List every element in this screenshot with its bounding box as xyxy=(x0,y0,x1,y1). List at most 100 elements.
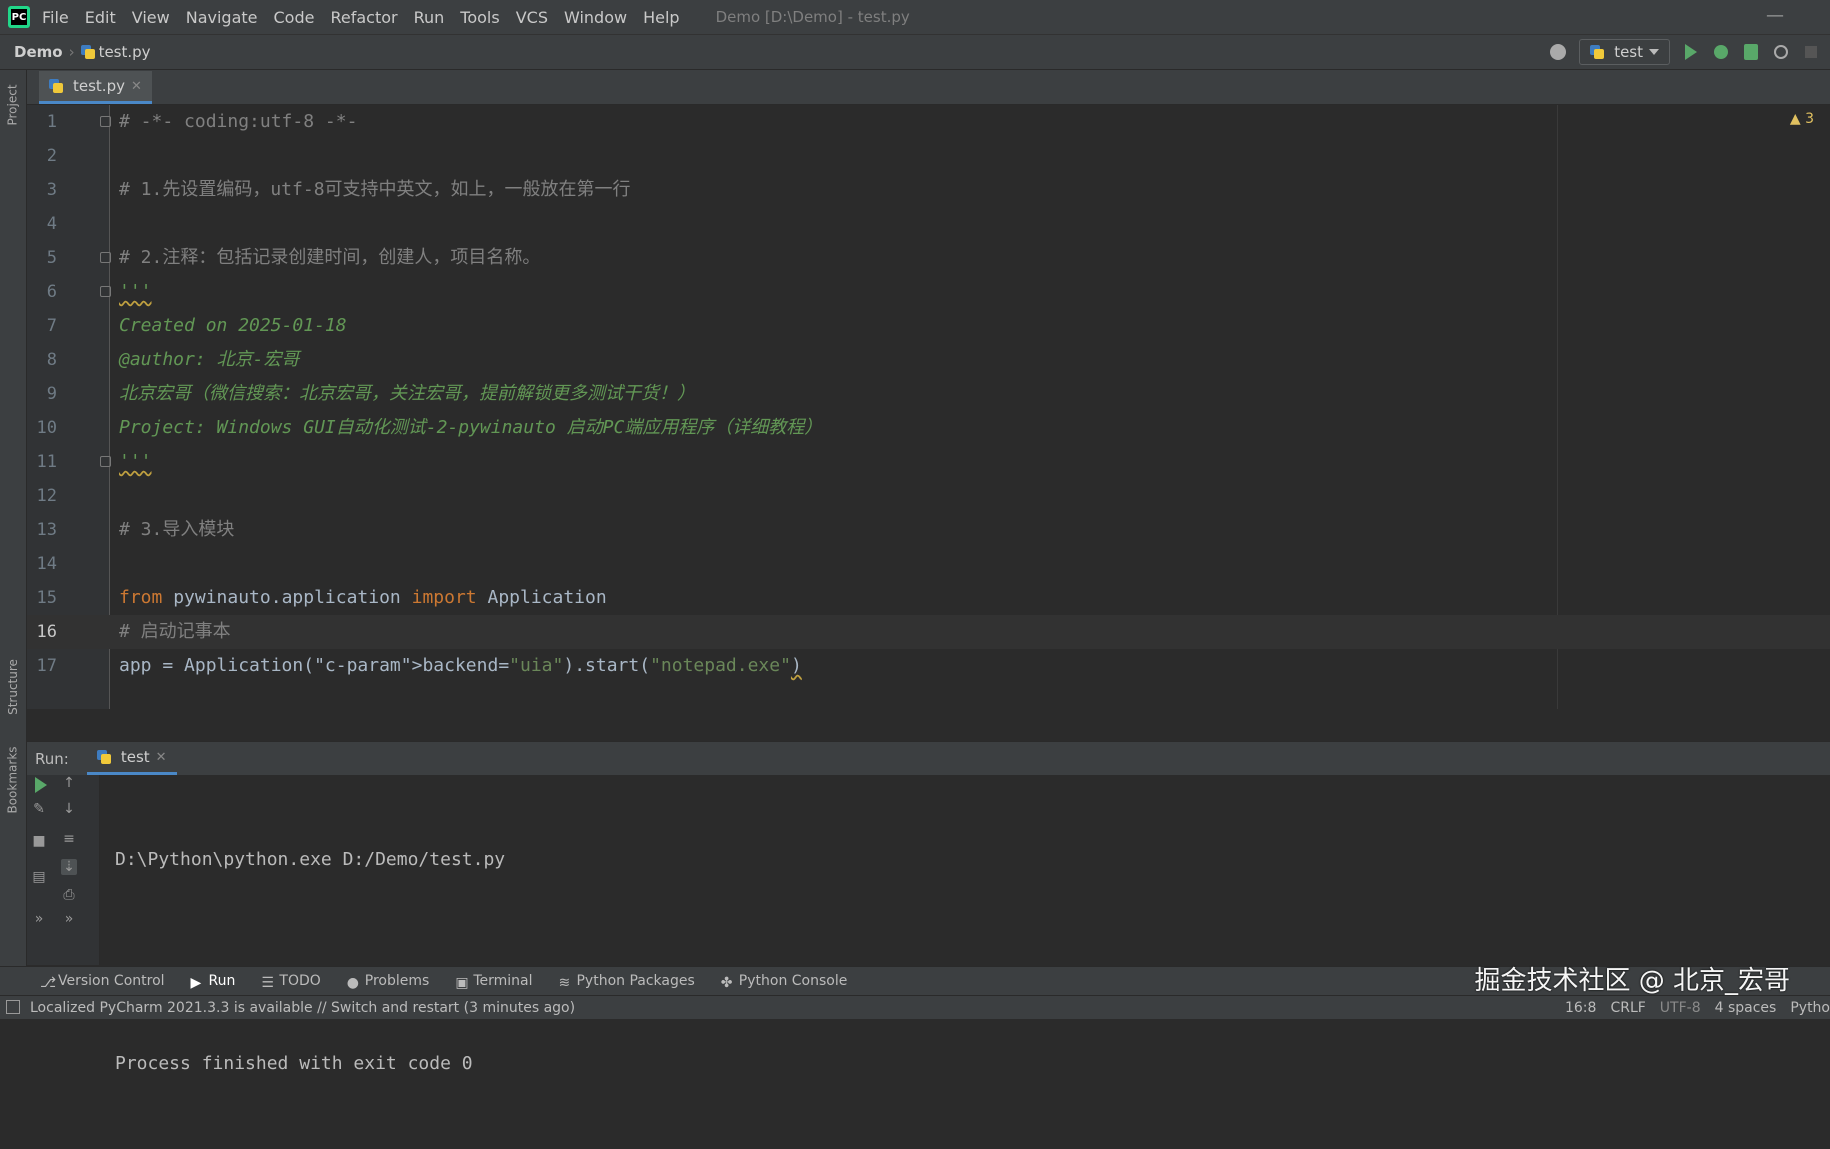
project-tool-button[interactable]: Project xyxy=(0,80,26,130)
breadcrumb-project[interactable]: Demo xyxy=(14,43,63,61)
console-line: Process finished with exit code 0 xyxy=(115,1053,473,1074)
menu-view[interactable]: View xyxy=(132,8,170,27)
code-line: 2 xyxy=(27,139,1830,173)
line-separator[interactable]: CRLF xyxy=(1610,1000,1645,1016)
tool-version-control[interactable]: ⎇ Version Control xyxy=(40,973,165,991)
close-icon[interactable]: ✕ xyxy=(156,750,167,765)
tool-terminal[interactable]: ▣ Terminal xyxy=(455,973,533,991)
code-text: # -*- coding:utf-8 -*- xyxy=(119,111,358,132)
console-output[interactable]: D:\Python\python.exe D:/Demo/test.py Pro… xyxy=(115,775,505,1149)
code-text: # 启动记事本 xyxy=(119,621,231,642)
list-icon: ☰ xyxy=(261,975,274,991)
menu-edit[interactable]: Edit xyxy=(85,8,116,27)
code-line: 9 北京宏哥（微信搜索：北京宏哥，关注宏哥，提前解锁更多测试干货！） xyxy=(27,377,1830,411)
navigation-bar: Demo › test.py test xyxy=(0,35,1830,70)
fold-marker-icon[interactable] xyxy=(100,252,111,263)
tool-python-console[interactable]: ✤ Python Console xyxy=(721,973,848,991)
code-line: 6 ''' xyxy=(27,275,1830,309)
tool-label: Problems xyxy=(364,973,430,989)
coverage-button[interactable] xyxy=(1742,43,1760,61)
status-bar: Localized PyCharm 2021.3.3 is available … xyxy=(0,995,1830,1019)
tool-python-packages[interactable]: ≋ Python Packages xyxy=(558,973,694,991)
stop-icon[interactable]: ■ xyxy=(31,833,47,849)
code-line: 1 # -*- coding:utf-8 -*- xyxy=(27,105,1830,139)
interpreter[interactable]: Pytho xyxy=(1790,1000,1830,1016)
fold-marker-icon[interactable] xyxy=(100,286,111,297)
code-line-current: 16 # 启动记事本 xyxy=(27,615,1830,649)
console-line: D:\Python\python.exe D:/Demo/test.py xyxy=(115,849,506,870)
layout-icon[interactable]: ▤ xyxy=(31,869,47,885)
tool-label: TODO xyxy=(279,973,321,989)
code-text: Project: Windows GUI自动化测试-2-pywinauto 启动… xyxy=(119,417,823,438)
code-line: 17 app = Application("c-param">backend="… xyxy=(27,649,1830,683)
user-icon[interactable] xyxy=(1549,43,1567,61)
scroll-to-end-icon[interactable]: ⇣ xyxy=(61,859,77,875)
code-text: # 2.注释：包括记录创建时间，创建人，项目名称。 xyxy=(119,247,541,268)
close-icon[interactable]: ✕ xyxy=(131,79,142,94)
menu-vcs[interactable]: VCS xyxy=(516,8,548,27)
more-icon[interactable]: » xyxy=(31,911,47,927)
run-config-selector[interactable]: test xyxy=(1579,39,1670,65)
soft-wrap-icon[interactable]: ≡ xyxy=(61,831,77,847)
menu-tools[interactable]: Tools xyxy=(460,8,499,27)
fold-marker-icon[interactable] xyxy=(100,116,111,127)
python-file-icon xyxy=(80,45,95,59)
arrow-up-icon[interactable]: ↑ xyxy=(61,775,77,791)
status-widgets: 16:8 CRLF UTF-8 4 spaces Pytho xyxy=(1565,996,1830,1019)
menu-navigate[interactable]: Navigate xyxy=(186,8,258,27)
run-button[interactable] xyxy=(1682,43,1700,61)
tool-label: Terminal xyxy=(473,973,533,989)
tool-todo[interactable]: ☰ TODO xyxy=(261,973,321,991)
profile-button[interactable] xyxy=(1772,43,1790,61)
line-number: 7 xyxy=(46,316,57,336)
debug-button[interactable] xyxy=(1712,43,1730,61)
structure-tool-button[interactable]: Structure xyxy=(0,652,26,722)
line-number: 4 xyxy=(46,214,57,234)
editor-tab-test-py[interactable]: test.py ✕ xyxy=(39,71,152,104)
breadcrumb-file-label: test.py xyxy=(98,43,151,61)
rerun-button[interactable] xyxy=(33,777,49,793)
arrow-down-icon[interactable]: ↓ xyxy=(61,801,77,817)
wrench-icon[interactable]: ✎ xyxy=(31,801,47,817)
bookmarks-tool-button[interactable]: Bookmarks xyxy=(0,740,26,820)
code-text: @author: 北京-宏哥 xyxy=(119,349,300,370)
breadcrumb-file[interactable]: test.py xyxy=(80,43,151,61)
code-text: ''' xyxy=(119,451,152,472)
line-number: 15 xyxy=(36,588,57,608)
menu-code[interactable]: Code xyxy=(274,8,315,27)
indent-setting[interactable]: 4 spaces xyxy=(1715,1000,1777,1016)
run-side-toolbar: ↑ ✎ ↓ ■ ≡ ⇣ ▤ ⎙ » » xyxy=(27,775,100,965)
python-icon xyxy=(96,750,111,764)
pycharm-window: PC File Edit View Navigate Code Refactor… xyxy=(0,0,1830,1074)
more-icon[interactable]: » xyxy=(61,911,77,927)
menu-file[interactable]: File xyxy=(42,8,69,27)
terminal-icon: ▣ xyxy=(455,975,469,991)
line-number: 3 xyxy=(46,180,57,200)
file-encoding[interactable]: UTF-8 xyxy=(1660,1000,1701,1016)
run-tab-label: test xyxy=(120,748,150,766)
code-line: 10 Project: Windows GUI自动化测试-2-pywinauto… xyxy=(27,411,1830,445)
line-number: 16 xyxy=(36,622,57,642)
code-line: 5 # 2.注释：包括记录创建时间，创建人，项目名称。 xyxy=(27,241,1830,275)
branch-icon: ⎇ xyxy=(40,975,57,991)
status-message[interactable]: Localized PyCharm 2021.3.3 is available … xyxy=(30,1000,575,1016)
line-number: 14 xyxy=(36,554,57,574)
stop-button[interactable] xyxy=(1802,43,1820,61)
minimize-icon[interactable]: — xyxy=(1766,5,1784,26)
line-number: 9 xyxy=(46,384,57,404)
layout-toggle-icon[interactable] xyxy=(6,1000,20,1014)
caret-position[interactable]: 16:8 xyxy=(1565,1000,1596,1016)
menu-help[interactable]: Help xyxy=(643,8,679,27)
python-icon xyxy=(1590,45,1605,59)
run-tab-test[interactable]: test ✕ xyxy=(86,742,177,775)
line-number: 17 xyxy=(36,656,57,676)
tool-problems[interactable]: ● Problems xyxy=(347,973,430,991)
menu-run[interactable]: Run xyxy=(414,8,445,27)
tool-run[interactable]: ▶ Run xyxy=(191,973,236,991)
code-line: 11 ''' xyxy=(27,445,1830,479)
menu-refactor[interactable]: Refactor xyxy=(330,8,397,27)
menu-window[interactable]: Window xyxy=(564,8,627,27)
code-editor[interactable]: ▲ 3 1 # -*- coding:utf-8 -*- 2 3 # 1.先设置… xyxy=(27,105,1830,709)
fold-marker-icon[interactable] xyxy=(100,456,111,467)
print-icon[interactable]: ⎙ xyxy=(61,887,77,903)
